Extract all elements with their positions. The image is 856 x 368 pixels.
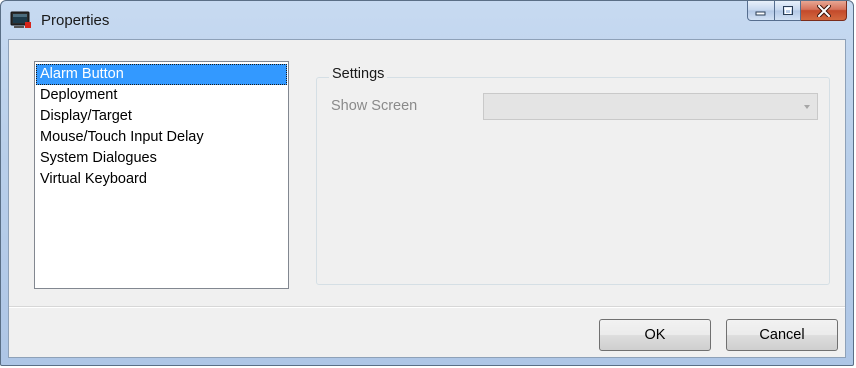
footer-divider-highlight — [9, 307, 845, 308]
list-item-mouse-touch-input-delay[interactable]: Mouse/Touch Input Delay — [36, 127, 287, 148]
dialog-client-area: Alarm Button Deployment Display/Target M… — [8, 39, 846, 358]
close-button[interactable] — [801, 1, 847, 21]
show-screen-label: Show Screen — [331, 98, 418, 114]
list-item-alarm-button[interactable]: Alarm Button — [36, 64, 287, 85]
minimize-button[interactable] — [747, 1, 775, 21]
maximize-icon — [782, 6, 793, 15]
minimize-icon — [755, 11, 766, 15]
settings-group-label: Settings — [329, 66, 388, 82]
title-bar[interactable]: Properties — [1, 1, 853, 39]
list-item-system-dialogues[interactable]: System Dialogues — [36, 148, 287, 169]
list-item-display-target[interactable]: Display/Target — [36, 106, 287, 127]
maximize-button[interactable] — [775, 1, 801, 21]
cancel-button[interactable]: Cancel — [726, 319, 838, 351]
chevron-down-icon — [804, 105, 810, 109]
monitor-icon — [10, 11, 31, 28]
show-screen-dropdown[interactable] — [483, 93, 818, 120]
list-item-deployment[interactable]: Deployment — [36, 85, 287, 106]
properties-window: Properties Alarm Button Deployment Displ… — [0, 0, 854, 366]
ok-button[interactable]: OK — [599, 319, 711, 351]
caption-buttons — [747, 1, 847, 23]
window-title: Properties — [41, 12, 110, 29]
category-list[interactable]: Alarm Button Deployment Display/Target M… — [34, 61, 289, 289]
close-icon — [816, 4, 831, 17]
list-item-virtual-keyboard[interactable]: Virtual Keyboard — [36, 169, 287, 190]
